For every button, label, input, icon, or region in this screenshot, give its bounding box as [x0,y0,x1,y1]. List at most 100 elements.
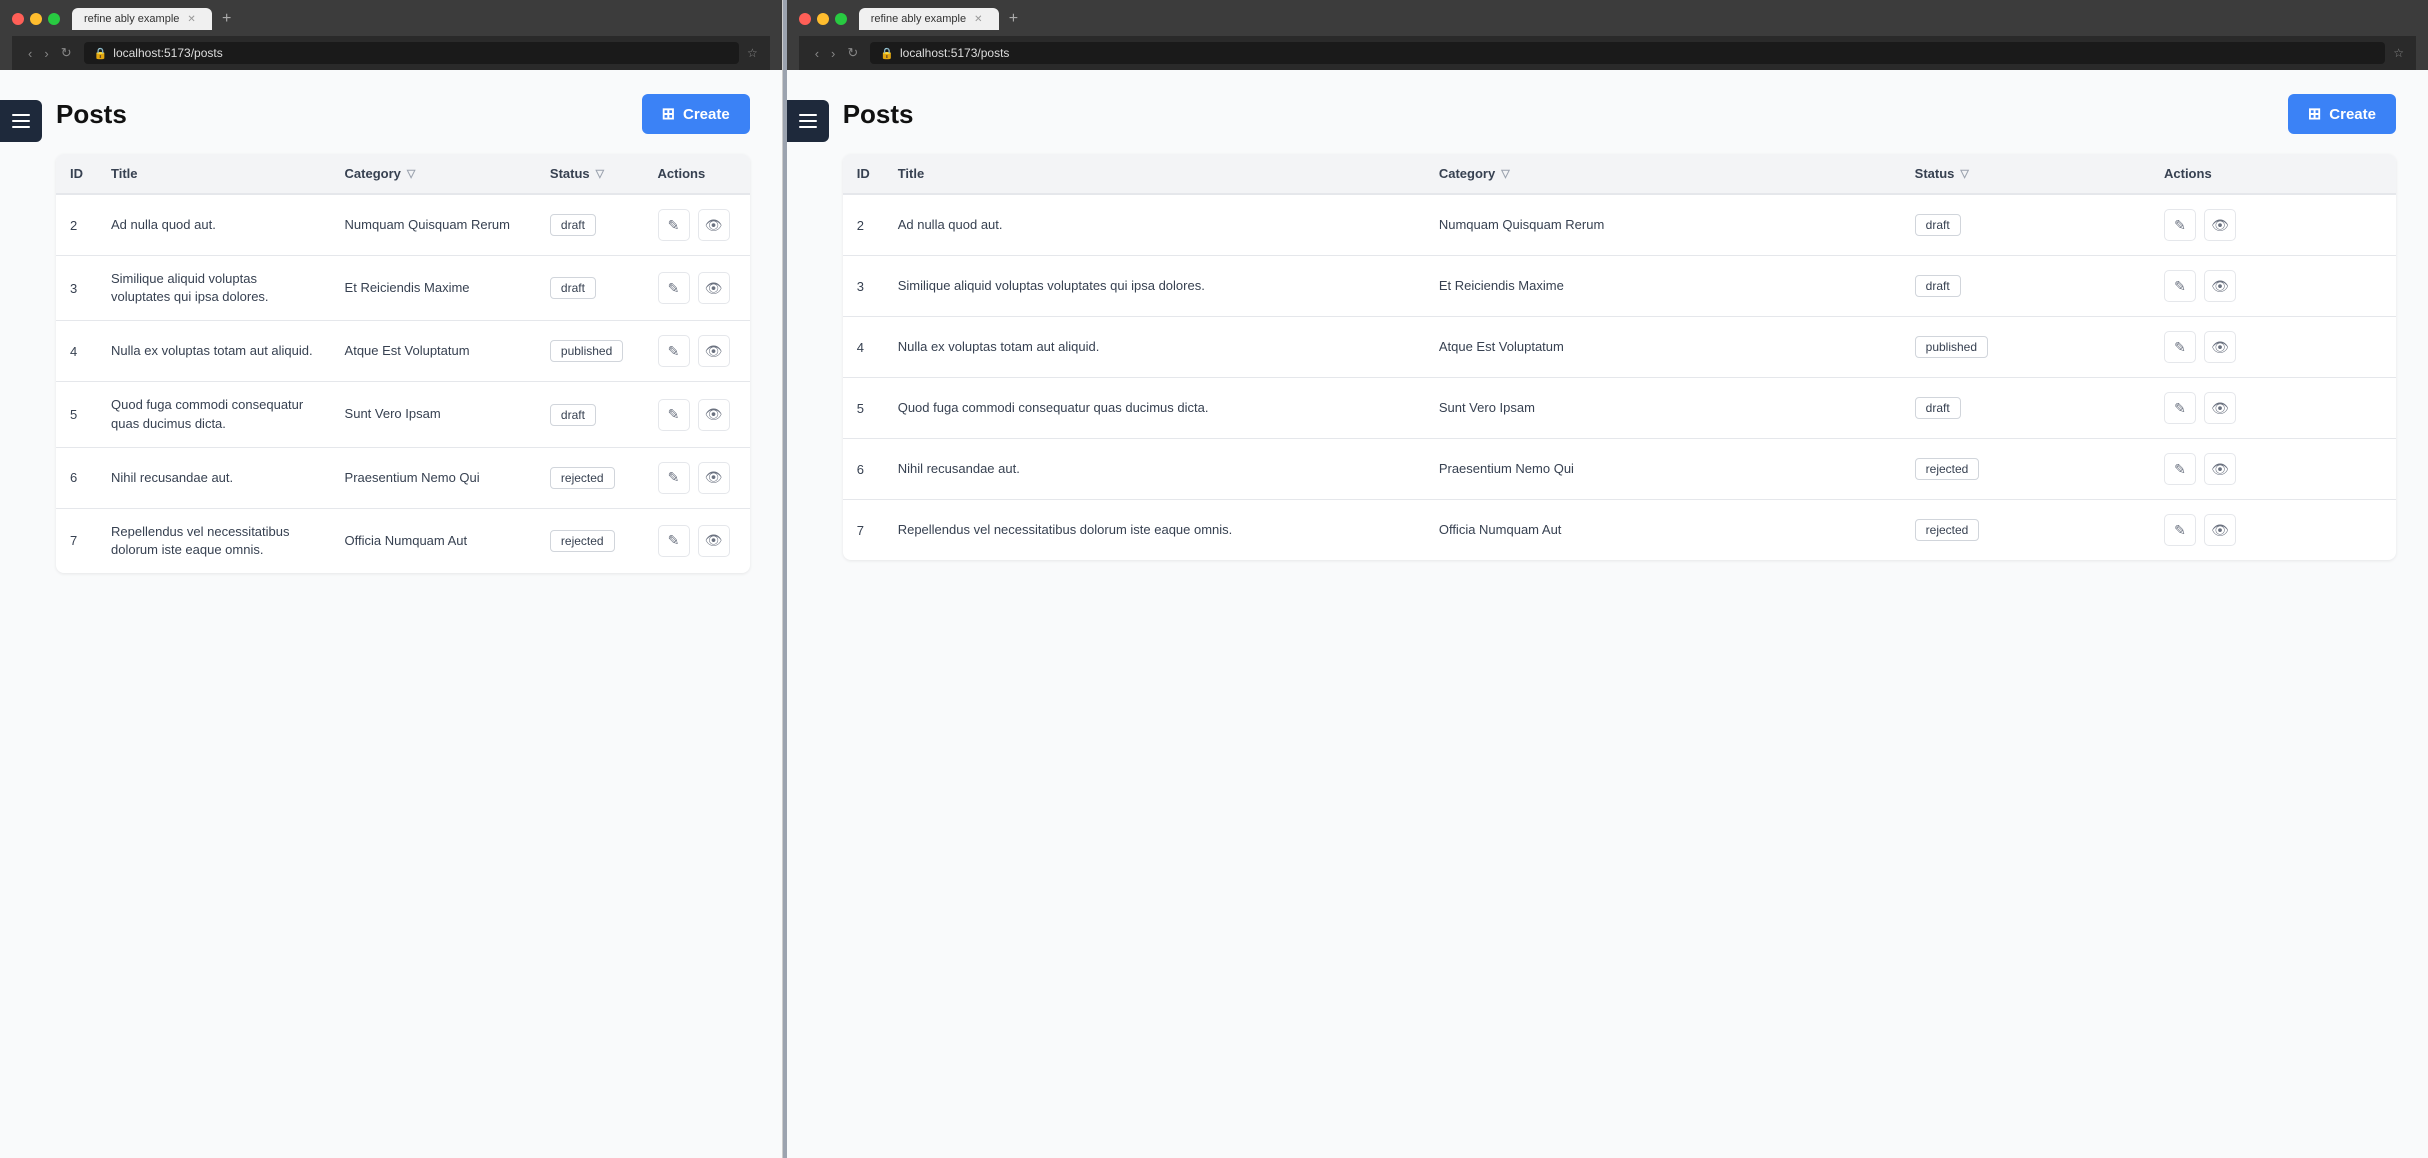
tab-close-right[interactable]: ✕ [974,14,982,25]
sidebar-toggle-right[interactable] [787,100,829,142]
nav-forward-left[interactable]: › [40,44,52,63]
traffic-lights-left [12,13,60,25]
browser-tab-active-right[interactable]: refine ably example ✕ [859,8,999,30]
edit-button[interactable]: ✎ [2164,453,2196,485]
nav-forward-right[interactable]: › [827,44,839,63]
category-filter-icon-left[interactable]: ▽ [407,167,415,180]
hamburger-line-r2 [799,120,817,122]
browser-tab-active-left[interactable]: refine ably example ✕ [72,8,212,30]
view-button[interactable]: 👁 [2204,270,2236,302]
edit-icon: ✎ [668,280,680,297]
tab-close-left[interactable]: ✕ [187,14,195,25]
table-body-right: 2 Ad nulla quod aut. Numquam Quisquam Re… [843,194,2396,560]
edit-button[interactable]: ✎ [2164,331,2196,363]
status-badge: draft [1915,275,1961,297]
col-category-left[interactable]: Category ▽ [331,154,536,194]
nav-back-left[interactable]: ‹ [24,44,36,63]
tab-title-right: refine ably example [871,13,966,25]
edit-button[interactable]: ✎ [658,462,690,494]
address-bar-left[interactable]: 🔒 localhost:5173/posts [84,42,739,64]
table-row: 3 Similique aliquid voluptas voluptates … [843,256,2396,317]
status-filter-icon-right[interactable]: ▽ [1960,167,1968,180]
cell-id: 2 [843,194,884,256]
table-row: 2 Ad nulla quod aut. Numquam Quisquam Re… [843,194,2396,256]
titlebar-right: refine ably example ✕ + [799,8,2416,30]
eye-icon: 👁 [2211,400,2229,417]
edit-button[interactable]: ✎ [2164,514,2196,546]
main-area-left: Posts ⊞ Create ID Title Category ▽ [0,70,782,1158]
cell-category: Sunt Vero Ipsam [331,382,536,447]
cell-status: draft [536,256,644,321]
view-button[interactable]: 👁 [2204,392,2236,424]
cell-status: draft [1901,194,2150,256]
traffic-light-yellow[interactable] [30,13,42,25]
edit-button[interactable]: ✎ [658,399,690,431]
col-status-right[interactable]: Status ▽ [1901,154,2150,194]
action-buttons: ✎ 👁 [658,335,736,367]
create-button-left[interactable]: ⊞ Create [642,94,750,134]
traffic-light-red[interactable] [12,13,24,25]
view-button[interactable]: 👁 [2204,514,2236,546]
browser-addressbar-left: ‹ › ↻ 🔒 localhost:5173/posts ☆ [12,36,770,70]
cell-status: published [536,321,644,382]
edit-button[interactable]: ✎ [2164,392,2196,424]
status-badge: draft [1915,397,1961,419]
posts-table-left: ID Title Category ▽ Status ▽ [56,154,750,573]
status-badge: draft [550,214,596,236]
table-row: 5 Quod fuga commodi consequatur quas duc… [843,378,2396,439]
eye-icon: 👁 [2211,522,2229,539]
traffic-light-red-r[interactable] [799,13,811,25]
nav-back-right[interactable]: ‹ [811,44,823,63]
cell-category: Numquam Quisquam Rerum [1425,194,1901,256]
col-title-right: Title [884,154,1425,194]
traffic-light-green[interactable] [48,13,60,25]
category-filter-icon-right[interactable]: ▽ [1501,167,1509,180]
col-category-right[interactable]: Category ▽ [1425,154,1901,194]
action-buttons: ✎ 👁 [2164,392,2382,424]
view-button[interactable]: 👁 [698,462,730,494]
col-id-left: ID [56,154,97,194]
view-button[interactable]: 👁 [698,399,730,431]
browser-window-right: refine ably example ✕ + ‹ › ↻ 🔒 localhos… [787,0,2428,1158]
col-status-left[interactable]: Status ▽ [536,154,644,194]
nav-reload-right[interactable]: ↻ [843,43,862,63]
eye-icon: 👁 [705,343,723,360]
addressbar-actions-right: ☆ [2393,46,2404,60]
bookmark-btn-right[interactable]: ☆ [2393,46,2404,60]
hamburger-line-1 [12,114,30,116]
edit-button[interactable]: ✎ [658,209,690,241]
tab-new-right[interactable]: + [1003,8,1024,30]
traffic-light-green-r[interactable] [835,13,847,25]
view-button[interactable]: 👁 [698,272,730,304]
view-button[interactable]: 👁 [2204,209,2236,241]
edit-button[interactable]: ✎ [658,525,690,557]
table-row: 3 Similique aliquid voluptas voluptates … [56,256,750,321]
table-row: 4 Nulla ex voluptas totam aut aliquid. A… [843,317,2396,378]
nav-reload-left[interactable]: ↻ [57,43,76,63]
eye-icon: 👁 [705,217,723,234]
cell-title: Ad nulla quod aut. [884,194,1425,256]
edit-button[interactable]: ✎ [2164,209,2196,241]
col-actions-left: Actions [644,154,750,194]
table-header-row-left: ID Title Category ▽ Status ▽ [56,154,750,194]
cell-actions: ✎ 👁 [644,447,750,508]
create-button-right[interactable]: ⊞ Create [2288,94,2396,134]
edit-button[interactable]: ✎ [2164,270,2196,302]
view-button[interactable]: 👁 [698,525,730,557]
action-buttons: ✎ 👁 [2164,270,2382,302]
cell-title: Quod fuga commodi consequatur quas ducim… [884,378,1425,439]
titlebar-left: refine ably example ✕ + [12,8,770,30]
table-row: 6 Nihil recusandae aut. Praesentium Nemo… [843,439,2396,500]
tab-new-left[interactable]: + [216,8,237,30]
view-button[interactable]: 👁 [2204,453,2236,485]
sidebar-toggle-left[interactable] [0,100,42,142]
edit-button[interactable]: ✎ [658,335,690,367]
status-filter-icon-left[interactable]: ▽ [596,167,604,180]
view-button[interactable]: 👁 [2204,331,2236,363]
address-bar-right[interactable]: 🔒 localhost:5173/posts [870,42,2385,64]
edit-button[interactable]: ✎ [658,272,690,304]
traffic-light-yellow-r[interactable] [817,13,829,25]
view-button[interactable]: 👁 [698,209,730,241]
bookmark-btn-left[interactable]: ☆ [747,46,758,60]
view-button[interactable]: 👁 [698,335,730,367]
